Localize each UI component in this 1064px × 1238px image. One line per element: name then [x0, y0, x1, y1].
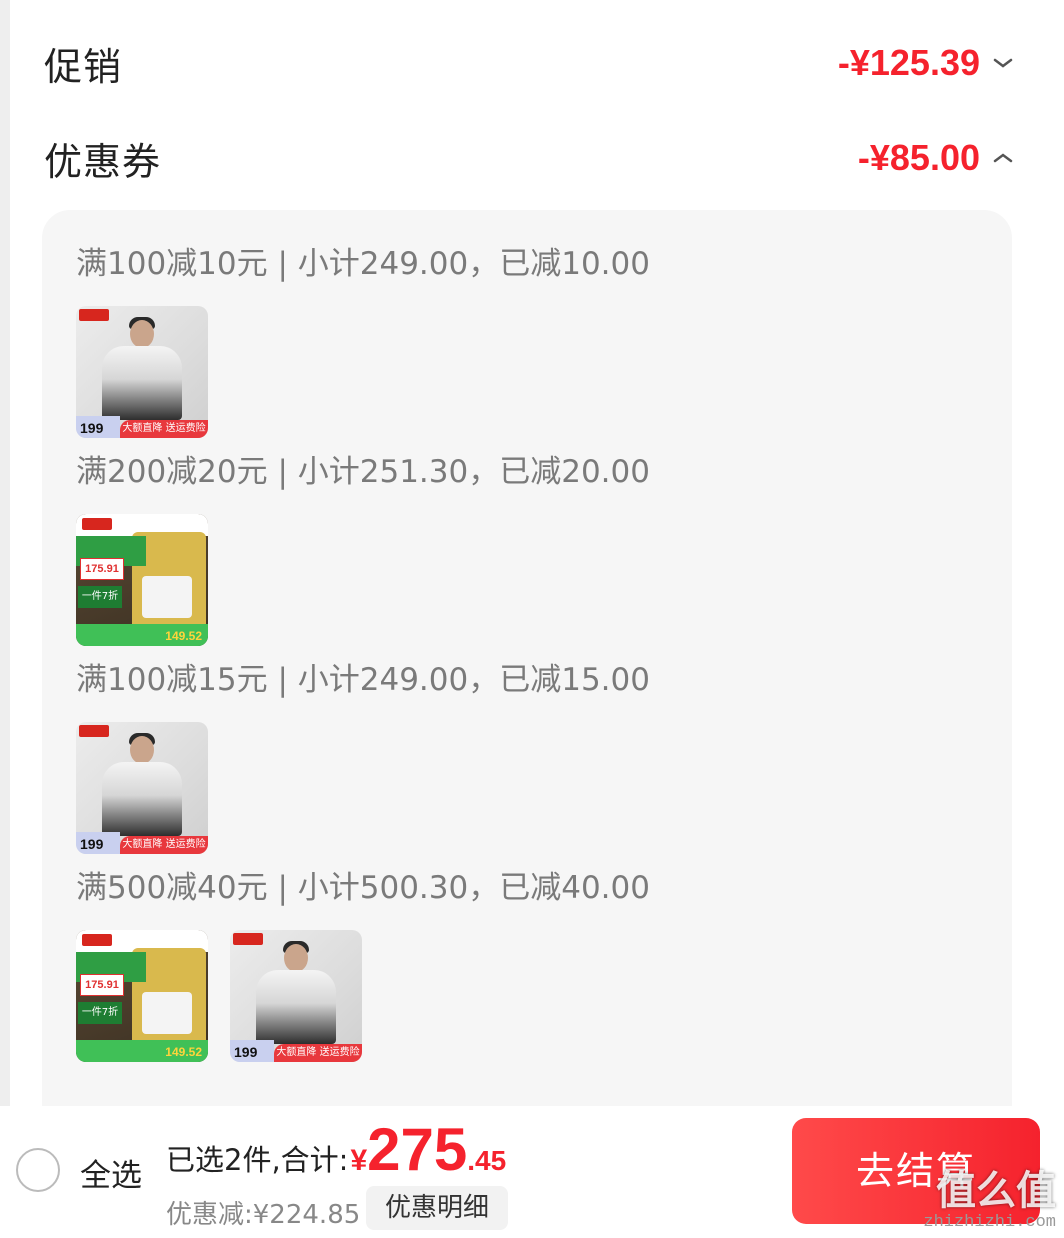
product-thumbnails: 175.91 一件7折 149.52: [76, 514, 650, 646]
jacket-image: [256, 970, 336, 1044]
jacket-image: [102, 762, 182, 836]
product-thumbnail-jacket[interactable]: 199 大额直降 送运费险: [230, 930, 362, 1062]
select-all-radio[interactable]: [16, 1148, 60, 1192]
watermark: 值么值 zhizhizhi.com: [923, 1169, 1056, 1232]
product-thumbnail-jacket[interactable]: 199 大额直降 送运费险: [76, 306, 208, 438]
brand-logo: [82, 518, 112, 530]
socket-plate-image: [142, 992, 192, 1034]
model-head: [284, 944, 308, 972]
chevron-up-icon[interactable]: [992, 147, 1014, 169]
coupon-group: 满100减15元 | 小计249.00，已减15.00 199 大额直降 送运费…: [76, 660, 650, 854]
thumbnail-price: 199: [76, 832, 120, 854]
brand-logo: [82, 934, 112, 946]
selected-count-text: 已选2件,合计:: [166, 1143, 349, 1177]
coupon-group: 满500减40元 | 小计500.30，已减40.00 175.91 一件7折 …: [76, 868, 650, 1062]
discount-detail-button[interactable]: 优惠明细: [366, 1186, 508, 1230]
watermark-url: zhizhizhi.com: [923, 1213, 1056, 1232]
promotion-amount-value: -¥125.39: [837, 42, 980, 83]
coupon-amount-value: -¥85.00: [857, 137, 980, 178]
coupon-group: 满100减10元 | 小计249.00，已减10.00 199 大额直降 送运费…: [76, 244, 650, 438]
currency-symbol: ¥: [350, 1144, 368, 1177]
product-thumbnails: 199 大额直降 送运费险: [76, 722, 650, 854]
chevron-down-icon[interactable]: [992, 52, 1014, 74]
thumbnail-discount: 一件7折: [78, 1002, 122, 1024]
discount-total: 优惠减:¥224.85: [166, 1200, 361, 1230]
coupon-detail-panel: 满100减10元 | 小计249.00，已减10.00 199 大额直降 送运费…: [42, 210, 1012, 1106]
total-decimal: .45: [467, 1145, 507, 1176]
product-thumbnail-socket[interactable]: 175.91 一件7折 149.52: [76, 514, 208, 646]
promotion-row[interactable]: 促销 -¥125.39: [44, 33, 1014, 93]
select-all-label[interactable]: 全选: [80, 1150, 142, 1195]
watermark-logo: 值么值: [936, 1168, 1056, 1214]
coupon-group-title: 满100减10元 | 小计249.00，已减10.00: [76, 246, 650, 282]
thumbnail-final-price: 149.52: [165, 629, 202, 643]
model-head: [130, 736, 154, 764]
coupon-group: 满200减20元 | 小计251.30，已减20.00 175.91 一件7折 …: [76, 452, 650, 646]
model-head: [130, 320, 154, 348]
brand-logo: [79, 309, 109, 321]
thumbnail-price: 199: [76, 416, 120, 438]
thumbnail-price: 199: [230, 1040, 274, 1062]
thumbnail-banner: 大额直降 送运费险: [274, 1044, 362, 1062]
product-thumbnail-jacket[interactable]: 199 大额直降 送运费险: [76, 722, 208, 854]
thumbnail-banner: 大额直降 送运费险: [120, 836, 208, 854]
order-summary-card: 促销 -¥125.39 优惠券 -¥85.00 满100减10元 | 小计249…: [10, 0, 1064, 1106]
thumbnail-price: 175.91: [80, 974, 124, 996]
promotion-amount: -¥125.39: [838, 42, 1014, 84]
coupon-group-title: 满500减40元 | 小计500.30，已减40.00: [76, 870, 650, 906]
coupon-group-title: 满100减15元 | 小计249.00，已减15.00: [76, 662, 650, 698]
product-thumbnails: 199 大额直降 送运费险: [76, 306, 650, 438]
product-thumbnails: 175.91 一件7折 149.52 199 大额直降 送运费险: [76, 930, 650, 1062]
coupon-row[interactable]: 优惠券 -¥85.00: [44, 128, 1014, 188]
socket-plate-image: [142, 576, 192, 618]
jacket-image: [102, 346, 182, 420]
brand-logo: [79, 725, 109, 737]
thumbnail-price: 175.91: [80, 558, 124, 580]
total-integer: 275: [367, 1116, 468, 1183]
coupon-amount: -¥85.00: [858, 137, 1014, 179]
total-summary: 已选2件,合计: ¥ 275 .45: [166, 1120, 506, 1180]
coupon-label: 优惠券: [44, 139, 162, 184]
product-thumbnail-socket[interactable]: 175.91 一件7折 149.52: [76, 930, 208, 1062]
checkout-bar: 全选 已选2件,合计: ¥ 275 .45 优惠减:¥224.85 优惠明细 去…: [0, 1106, 1064, 1238]
coupon-group-title: 满200减20元 | 小计251.30，已减20.00: [76, 454, 650, 490]
promotion-label: 促销: [44, 44, 123, 89]
brand-logo: [233, 933, 263, 945]
thumbnail-final-price: 149.52: [165, 1045, 202, 1059]
thumbnail-banner: 大额直降 送运费险: [120, 420, 208, 438]
thumbnail-discount: 一件7折: [78, 586, 122, 608]
